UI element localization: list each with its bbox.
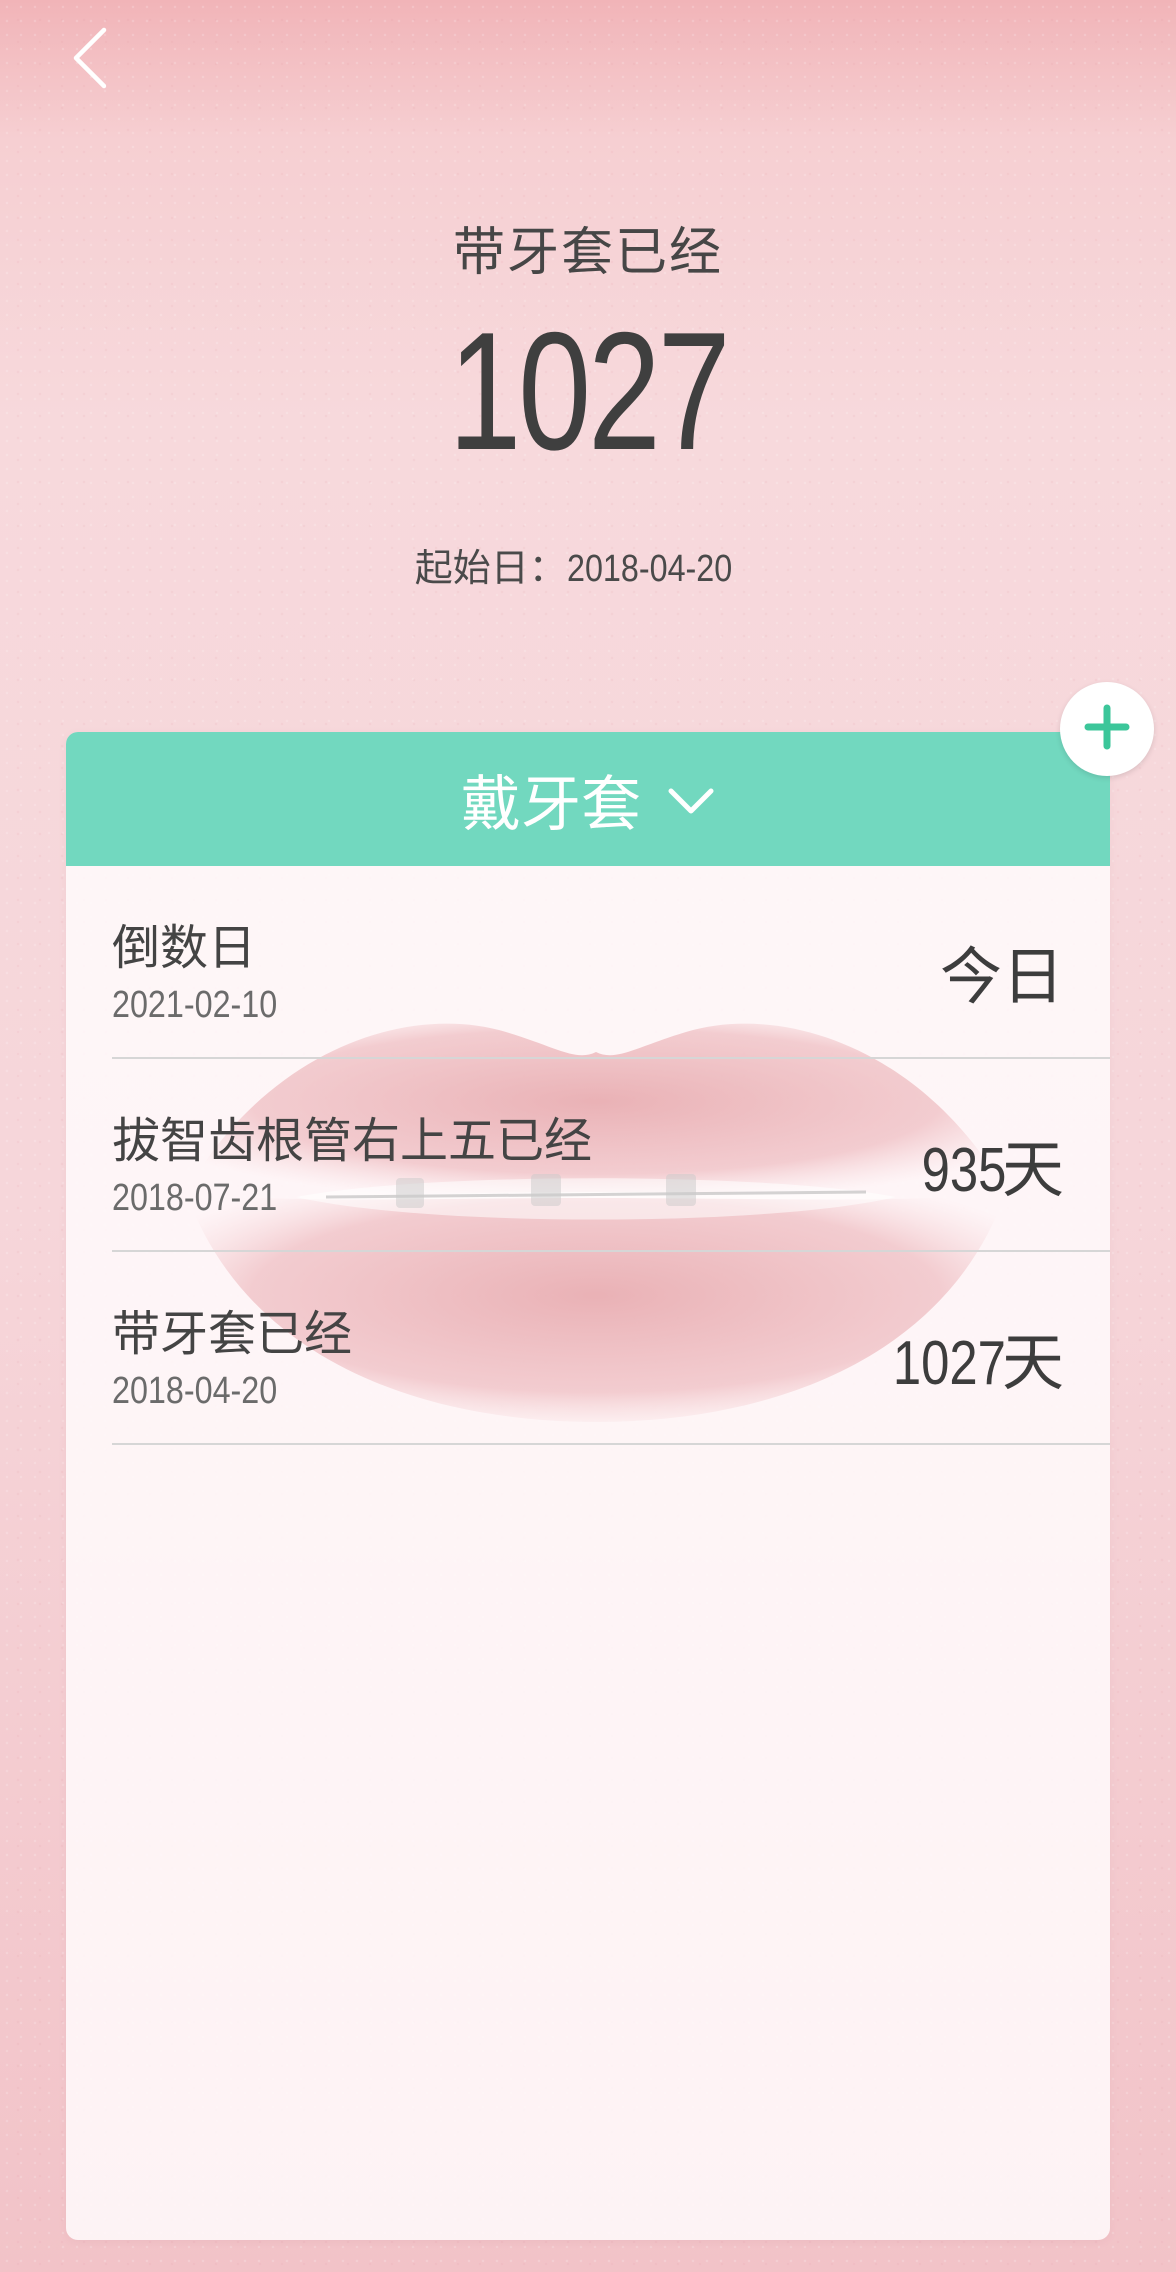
event-date: 2018-07-21 xyxy=(112,1177,278,1219)
event-value-number: 1027 xyxy=(892,1329,1006,1398)
day-count: 1027 xyxy=(448,297,730,485)
plus-icon xyxy=(1084,704,1130,754)
event-value-number: 935 xyxy=(921,1136,1006,1205)
start-date-label: 起始日： xyxy=(414,546,567,590)
header-title: 带牙套已经 xyxy=(452,223,723,283)
category-selector[interactable]: 戴牙套 xyxy=(66,732,1110,866)
event-date: 2021-02-10 xyxy=(112,984,278,1026)
event-value-text: 今日 xyxy=(939,940,1064,1013)
event-value-unit: 天 xyxy=(1001,1326,1064,1399)
events-card: 戴牙套 倒数日 2021-02-10 今日 拔智齿根管右上五已经 2018-07… xyxy=(66,732,1110,2240)
event-date: 2018-04-20 xyxy=(112,1370,278,1412)
back-button[interactable] xyxy=(58,24,122,96)
event-name: 倒数日 xyxy=(112,920,257,976)
event-value: 今日 xyxy=(940,926,1064,1016)
list-item[interactable]: 倒数日 2021-02-10 今日 xyxy=(112,866,1110,1059)
add-event-button[interactable] xyxy=(1060,682,1154,776)
category-name: 戴牙套 xyxy=(461,769,641,840)
event-list: 倒数日 2021-02-10 今日 拔智齿根管右上五已经 2018-07-21 … xyxy=(112,866,1110,1445)
start-date-value: 2018-04-20 xyxy=(566,548,733,590)
event-value: 1027 天 xyxy=(868,1312,1064,1402)
list-item[interactable]: 带牙套已经 2018-04-20 1027 天 xyxy=(112,1252,1110,1445)
event-value: 935 天 xyxy=(903,1119,1064,1209)
chevron-left-icon xyxy=(70,26,110,94)
event-name: 拔智齿根管右上五已经 xyxy=(112,1113,593,1169)
event-name: 带牙套已经 xyxy=(112,1306,353,1362)
countdown-header: 带牙套已经 1027 起始日：2018-04-20 xyxy=(0,210,1176,592)
start-date-line: 起始日：2018-04-20 xyxy=(0,537,1176,592)
chevron-down-icon xyxy=(667,787,715,817)
list-item[interactable]: 拔智齿根管右上五已经 2018-07-21 935 天 xyxy=(112,1059,1110,1252)
event-value-unit: 天 xyxy=(1001,1133,1064,1206)
